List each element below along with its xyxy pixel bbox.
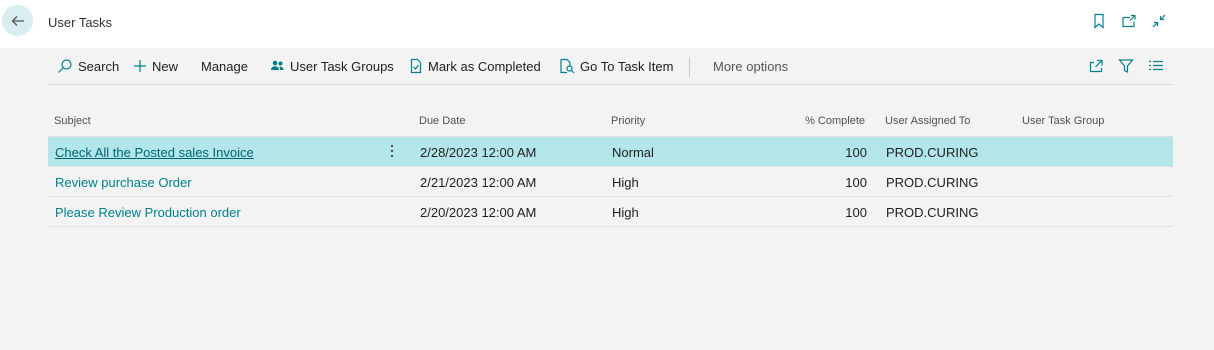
new-label: New: [152, 58, 179, 74]
cell-percent-complete: 100: [845, 145, 867, 160]
table-row[interactable]: Check All the Posted sales Invoice 2/28/…: [48, 136, 1173, 166]
cell-subject[interactable]: Please Review Production order: [55, 205, 241, 220]
share-icon[interactable]: [1087, 57, 1105, 75]
go-to-task-item-label: Go To Task Item: [580, 58, 674, 74]
filter-icon[interactable]: [1117, 57, 1135, 75]
document-check-icon: [410, 58, 422, 74]
table-row[interactable]: Please Review Production order 2/20/2023…: [48, 196, 1173, 227]
cell-percent-complete: 100: [845, 175, 867, 190]
mark-as-completed-label: Mark as Completed: [428, 58, 541, 74]
search-button[interactable]: Search: [57, 48, 119, 84]
table-row[interactable]: Review purchase Order 2/21/2023 12:00 AM…: [48, 166, 1173, 196]
new-button[interactable]: New: [133, 48, 178, 84]
back-button[interactable]: [2, 5, 33, 36]
column-header-due-date[interactable]: Due Date: [419, 115, 465, 127]
open-new-window-icon[interactable]: [1120, 12, 1138, 30]
list-view-icon[interactable]: [1147, 57, 1165, 75]
cell-priority: High: [612, 205, 639, 220]
toolbar-divider: [689, 57, 690, 77]
more-options-label: More options: [713, 58, 789, 74]
user-tasks-table: Subject Due Date Priority % Complete Use…: [48, 108, 1173, 227]
search-label: Search: [78, 58, 120, 74]
plus-icon: [134, 60, 146, 72]
cell-due-date: 2/20/2023 12:00 AM: [420, 205, 537, 220]
action-bar: Search New Manage User Task Groups Mark …: [48, 48, 1173, 85]
top-bar: User Tasks: [0, 0, 1214, 48]
cell-percent-complete: 100: [845, 205, 867, 220]
cell-priority: High: [612, 175, 639, 190]
cell-priority: Normal: [612, 145, 654, 160]
column-header-subject[interactable]: Subject: [54, 115, 91, 127]
row-actions-icon[interactable]: [385, 142, 399, 160]
cell-user-assigned-to: PROD.CURING: [886, 175, 979, 190]
mark-as-completed-button[interactable]: Mark as Completed: [409, 48, 541, 84]
go-to-task-item-button[interactable]: Go To Task Item: [559, 48, 673, 84]
cell-due-date: 2/28/2023 12:00 AM: [420, 145, 537, 160]
column-header-user-assigned-to[interactable]: User Assigned To: [885, 115, 970, 127]
bookmark-icon[interactable]: [1090, 12, 1108, 30]
collapse-icon[interactable]: [1150, 12, 1168, 30]
user-task-groups-label: User Task Groups: [290, 58, 394, 74]
manage-label: Manage: [201, 58, 248, 74]
table-header: Subject Due Date Priority % Complete Use…: [48, 108, 1173, 136]
cell-subject[interactable]: Review purchase Order: [55, 175, 192, 190]
arrow-left-icon: [11, 15, 24, 26]
document-search-icon: [560, 58, 575, 74]
cell-subject[interactable]: Check All the Posted sales Invoice: [55, 145, 254, 160]
cell-due-date: 2/21/2023 12:00 AM: [420, 175, 537, 190]
page-title: User Tasks: [48, 15, 113, 30]
column-header-priority[interactable]: Priority: [611, 115, 645, 127]
cell-user-assigned-to: PROD.CURING: [886, 205, 979, 220]
more-options-button[interactable]: More options: [713, 48, 788, 84]
cell-user-assigned-to: PROD.CURING: [886, 145, 979, 160]
search-icon: [58, 59, 72, 73]
users-icon: [271, 60, 284, 70]
column-header-percent-complete[interactable]: % Complete: [748, 115, 865, 127]
manage-button[interactable]: Manage: [201, 48, 248, 84]
column-header-user-task-group[interactable]: User Task Group: [1022, 115, 1104, 127]
user-task-groups-button[interactable]: User Task Groups: [270, 48, 394, 84]
